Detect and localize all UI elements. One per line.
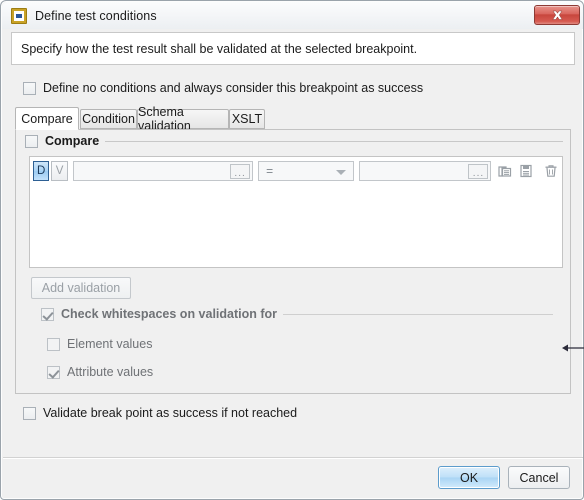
element-values-checkbox[interactable]: Element values [47,337,152,351]
window-title: Define test conditions [35,8,157,23]
add-validation-button[interactable]: Add validation [31,277,131,299]
tab-strip: Compare Condition Schema validation XSLT [15,105,571,133]
check-whitespaces-checkbox[interactable] [41,307,54,321]
folder-copy-icon [498,166,512,177]
tab-compare[interactable]: Compare [15,107,79,130]
operator-dropdown[interactable]: = [258,161,355,181]
save-disk-icon [520,164,532,178]
mode-d-button[interactable]: D [33,161,50,181]
operator-value: = [266,164,274,178]
tab-xslt-label: XSLT [231,112,263,126]
compare-group-divider [99,141,563,142]
left-operand-field[interactable]: ... [72,161,254,181]
chevron-down-icon [336,170,347,175]
check-whitespaces-label: Check whitespaces on validation for [61,307,278,321]
document-window-icon [11,7,27,24]
compare-group-label: Compare [45,134,100,148]
tab-xslt[interactable]: XSLT [229,109,265,129]
instruction-text: Specify how the test result shall be val… [21,41,418,56]
validate-breakpoint-label: Validate break point as success if not r… [43,406,298,420]
check-whitespaces-group-header[interactable]: Check whitespaces on validation for [41,307,284,321]
trash-icon [545,165,557,177]
save-disk-button[interactable] [517,161,536,181]
dialog-window: Define test conditions Specify how the t… [0,0,584,500]
folder-copy-button[interactable] [495,161,514,181]
left-operand-input[interactable] [77,163,242,179]
attribute-values-label: Attribute values [67,365,154,379]
tab-schema-validation[interactable]: Schema validation [137,105,229,133]
define-no-conditions-checkbox[interactable]: Define no conditions and always consider… [23,81,423,95]
right-operand-field[interactable]: ... [359,161,492,181]
ok-button[interactable]: OK [438,466,500,489]
tab-compare-label: Compare [21,111,73,126]
checkbox-box[interactable] [23,406,36,420]
title-bar: Define test conditions [2,2,583,29]
attribute-values-checkbox[interactable]: Attribute values [47,365,153,379]
instruction-panel: Specify how the test result shall be val… [11,32,575,65]
validation-list: D V ... = ... [29,156,563,268]
checkbox-box[interactable] [47,337,60,351]
compare-group-header[interactable]: Compare [25,134,106,148]
compare-group-checkbox[interactable] [25,134,38,148]
define-no-conditions-label: Define no conditions and always consider… [43,81,424,95]
element-values-label: Element values [67,337,153,351]
close-icon [551,10,563,20]
checkbox-box[interactable] [23,81,36,95]
tab-condition-label: Condition [82,112,135,126]
validation-row: D V ... = ... [33,160,561,182]
left-browse-button[interactable]: ... [230,164,251,179]
delete-validation-button[interactable] [542,161,561,181]
right-browse-button[interactable]: ... [468,164,489,179]
right-operand-input[interactable] [364,163,479,179]
cancel-button[interactable]: Cancel [508,466,570,489]
whitespaces-group-divider [257,314,553,315]
tab-condition[interactable]: Condition [80,109,137,129]
checkbox-box[interactable] [47,365,60,379]
mode-v-button[interactable]: V [51,161,68,181]
close-button[interactable] [534,5,580,25]
footer-divider-highlight [3,458,583,459]
validate-breakpoint-checkbox[interactable]: Validate break point as success if not r… [23,406,297,420]
